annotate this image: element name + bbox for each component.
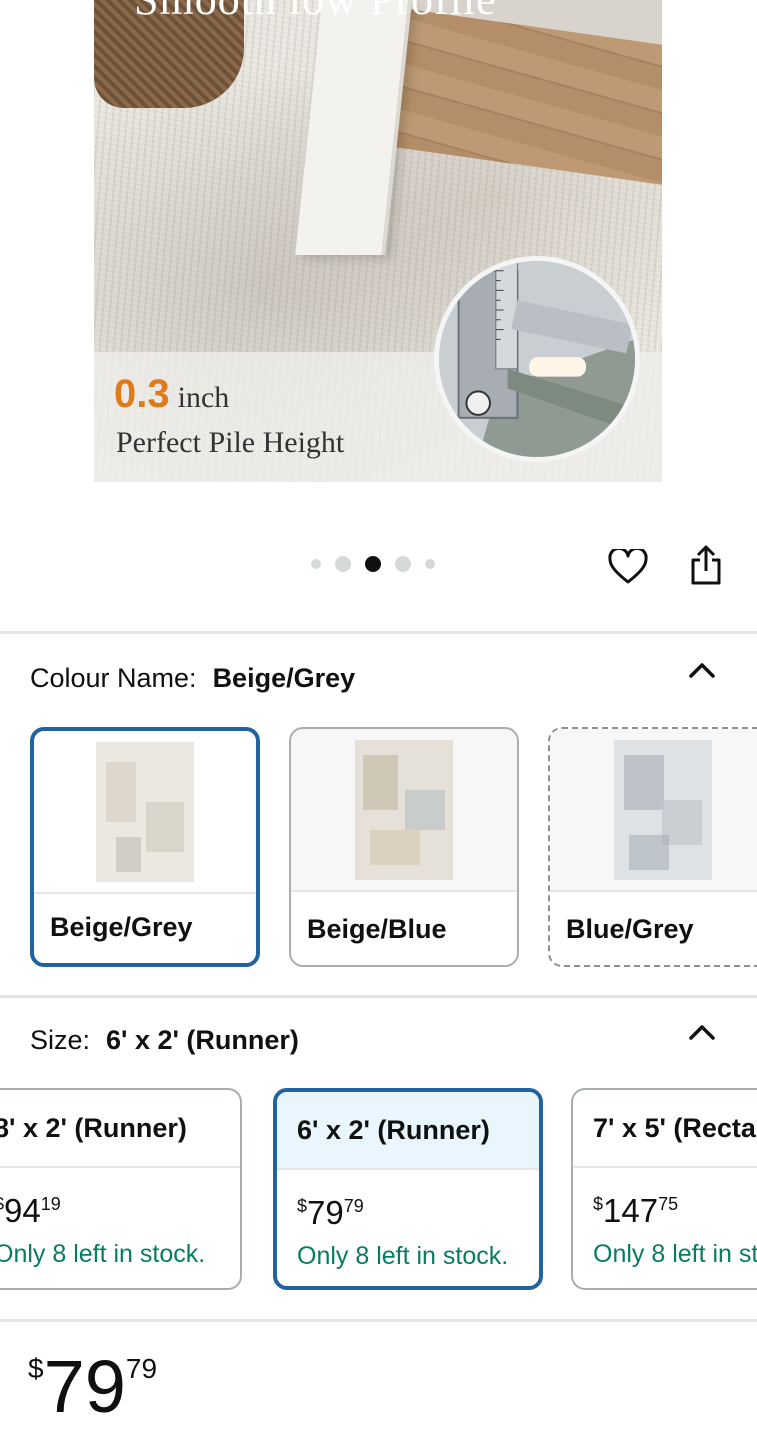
colour-option-label: Beige/Grey — [50, 912, 193, 942]
size-label: Size: 6' x 2' (Runner) — [30, 1025, 299, 1056]
product-image[interactable]: Smooth low Profile 0.3inch Perfect Pile … — [94, 0, 662, 482]
price-currency: $ — [28, 1353, 44, 1384]
share-button[interactable] — [684, 543, 728, 587]
rug-thumbnail — [355, 739, 453, 880]
section-divider — [0, 995, 757, 998]
price-whole: 79 — [43, 1345, 126, 1428]
measurement-closeup — [434, 256, 640, 462]
price-fraction: 79 — [125, 1353, 158, 1384]
price-whole: 147 — [603, 1192, 659, 1229]
size-option-price: $14775 — [593, 1192, 678, 1230]
chevron-up-icon[interactable] — [688, 660, 716, 680]
colour-option-beige-blue[interactable]: Beige/Blue — [289, 727, 519, 967]
size-option-stock: Only 8 left in stock. — [297, 1242, 509, 1270]
colour-option-blue-grey[interactable]: Blue/Grey — [548, 727, 757, 967]
product-price: $7979 — [28, 1350, 157, 1424]
caliper-illustration — [439, 261, 635, 457]
swatch-image — [34, 731, 256, 894]
carousel-dot[interactable] — [335, 556, 351, 572]
size-option-6x2-runner[interactable]: 6' x 2' (Runner) $7979 Only 8 left in st… — [273, 1088, 543, 1290]
size-option-stock: Only 8 left in stock. — [0, 1240, 206, 1268]
price-fraction: 75 — [658, 1194, 679, 1214]
size-option-label: 6' x 2' (Runner) — [277, 1092, 539, 1170]
size-option-price: $9419 — [0, 1192, 61, 1230]
chevron-up-icon[interactable] — [688, 1022, 716, 1042]
size-option-7x5-rectangular[interactable]: 7' x 5' (Rectangular) $14775 Only 8 left… — [571, 1088, 757, 1290]
carousel-dot-active[interactable] — [365, 556, 381, 572]
share-icon — [691, 545, 721, 585]
carousel-dot[interactable] — [425, 559, 435, 569]
pile-height-row: 0.3 inch — [114, 372, 229, 417]
pile-height-unit: inch — [177, 381, 230, 414]
colour-label-text: Colour Name: — [30, 663, 197, 693]
carousel-dot[interactable] — [395, 556, 411, 572]
price-whole: 94 — [4, 1192, 41, 1229]
swatch-image — [291, 729, 517, 892]
carousel-dot[interactable] — [311, 559, 321, 569]
heart-icon — [608, 549, 648, 584]
price-fraction: 79 — [343, 1196, 364, 1216]
image-headline: Smooth low Profile — [134, 0, 497, 25]
colour-option-label: Blue/Grey — [566, 914, 694, 944]
pile-height-value: 0.3 — [114, 372, 170, 416]
section-divider — [0, 631, 757, 634]
price-fraction: 19 — [40, 1194, 61, 1214]
size-option-price: $7979 — [297, 1194, 364, 1232]
size-option-label: 7' x 5' (Rectangular) — [573, 1090, 757, 1168]
price-currency: $ — [297, 1196, 308, 1216]
colour-option-beige-grey[interactable]: Beige/Grey — [30, 727, 260, 967]
colour-name-label: Colour Name: Beige/Grey — [30, 663, 355, 694]
size-selected-value: 6' x 2' (Runner) — [106, 1025, 299, 1055]
size-label-text: Size: — [30, 1025, 91, 1055]
swatch-image — [550, 729, 757, 892]
price-whole: 79 — [307, 1194, 344, 1231]
price-currency: $ — [593, 1194, 604, 1214]
size-option-label: 8' x 2' (Runner) — [0, 1090, 240, 1168]
wishlist-button[interactable] — [606, 545, 650, 589]
rug-thumbnail — [96, 741, 194, 882]
pile-height-caption: Perfect Pile Height — [116, 426, 345, 459]
size-option-stock: Only 8 left in stock. — [593, 1240, 757, 1268]
rug-thumbnail — [614, 739, 712, 880]
section-divider — [0, 1319, 757, 1322]
colour-option-label: Beige/Blue — [307, 914, 447, 944]
size-option-8x2-runner[interactable]: 8' x 2' (Runner) $9419 Only 8 left in st… — [0, 1088, 242, 1290]
image-carousel-dots[interactable] — [311, 556, 449, 572]
colour-selected-value: Beige/Grey — [212, 663, 356, 693]
